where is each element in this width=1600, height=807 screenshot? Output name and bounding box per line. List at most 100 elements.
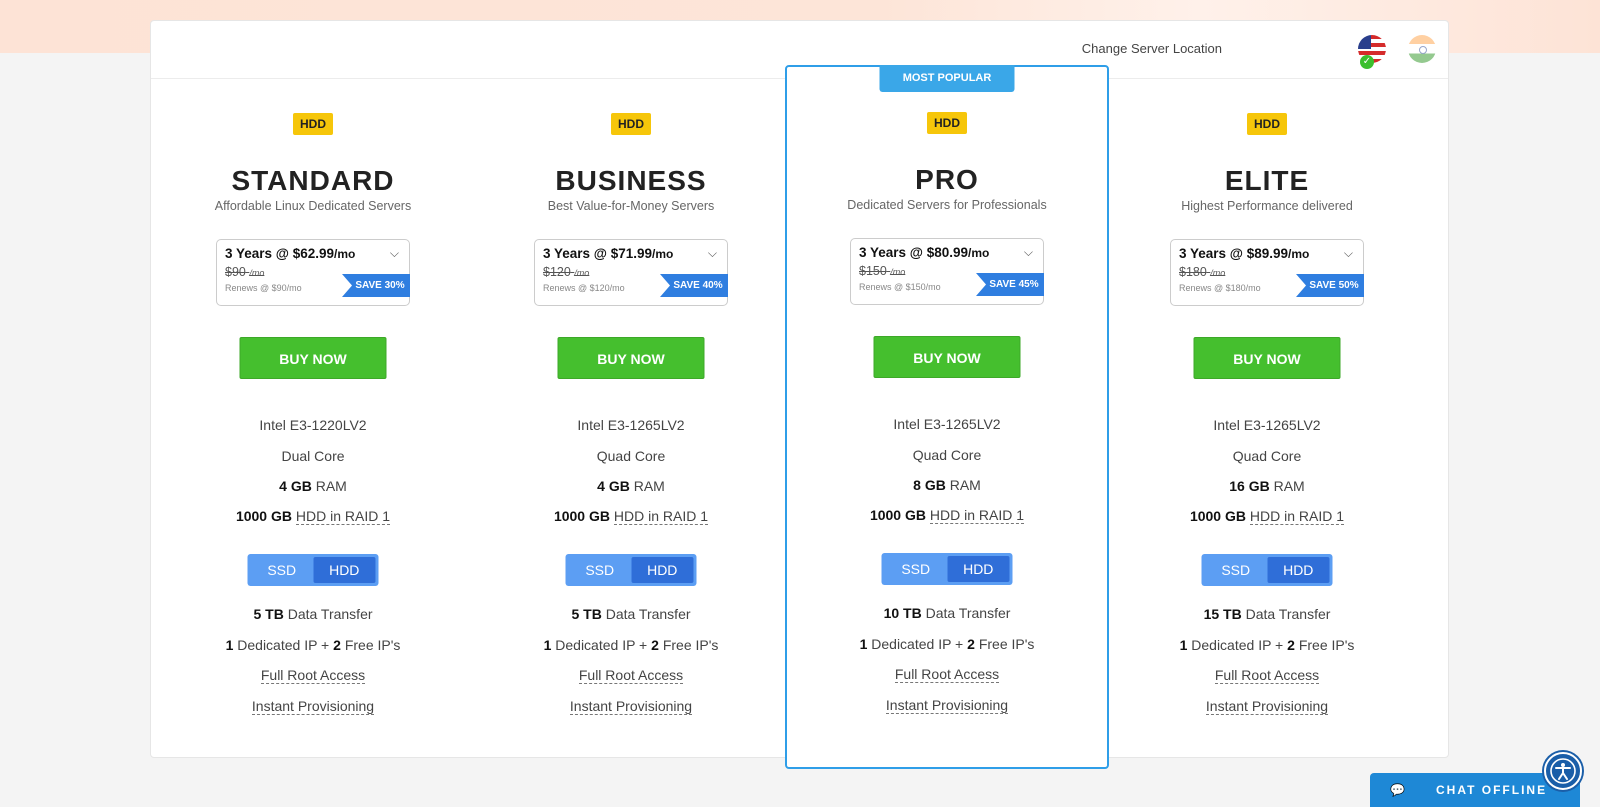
disk-tooltip-link[interactable]: HDD in RAID 1: [929, 507, 1025, 524]
chevron-down-icon: ⌵: [1343, 246, 1353, 260]
buy-now-button[interactable]: BUY NOW: [1193, 337, 1341, 379]
discount-ribbon: SAVE 40%: [660, 274, 728, 297]
term-price: 3 Years @ $71.99/mo: [543, 246, 674, 261]
buy-now-button[interactable]: BUY NOW: [239, 337, 387, 379]
plan-subtitle: Affordable Linux Dedicated Servers: [214, 199, 412, 213]
core-spec: Dual Core: [281, 448, 345, 464]
plan-card-elite: HDD ELITE Highest Performance delivered …: [1105, 21, 1429, 759]
chat-bubble-icon: 💬: [1390, 783, 1405, 797]
buy-now-button[interactable]: BUY NOW: [557, 337, 705, 379]
disk-tooltip-link[interactable]: HDD in RAID 1: [613, 508, 709, 525]
disk-type-badge: HDD: [927, 112, 967, 134]
core-spec: Quad Core: [1232, 448, 1302, 464]
billing-term-select[interactable]: 3 Years @ $62.99/mo ⌵ $90 /mo Renews @ $…: [216, 239, 410, 306]
plan-name: PRO: [915, 164, 979, 195]
root-access-link[interactable]: Full Root Access: [894, 666, 1000, 683]
provisioning-link[interactable]: Instant Provisioning: [569, 698, 693, 715]
disk-spec: 1000 GB HDD in RAID 1: [869, 507, 1025, 524]
disk-spec: 1000 GB HDD in RAID 1: [553, 508, 709, 525]
root-access-link[interactable]: Full Root Access: [260, 667, 366, 684]
chevron-down-icon: ⌵: [1023, 245, 1033, 259]
renewal-price: Renews @ $150/mo: [859, 282, 941, 292]
original-price: $150 /mo: [859, 264, 906, 278]
ram-spec: 4 GB RAM: [597, 478, 665, 494]
chevron-down-icon: ⌵: [389, 246, 399, 260]
cpu-spec: Intel E3-1265LV2: [893, 416, 1001, 432]
provisioning-feature: Instant Provisioning: [1105, 698, 1429, 715]
provisioning-feature: Instant Provisioning: [787, 697, 1107, 714]
original-price: $90 /mo: [225, 265, 265, 279]
term-price: 3 Years @ $89.99/mo: [1179, 246, 1310, 261]
plan-name: BUSINESS: [555, 165, 707, 196]
disk-spec: 1000 GB HDD in RAID 1: [1189, 508, 1345, 525]
cpu-spec: Intel E3-1265LV2: [577, 417, 685, 433]
provisioning-link[interactable]: Instant Provisioning: [251, 698, 375, 715]
original-price: $120 /mo: [543, 265, 590, 279]
term-price: 3 Years @ $80.99/mo: [859, 245, 990, 260]
plan-subtitle: Best Value-for-Money Servers: [547, 199, 715, 213]
renewal-price: Renews @ $180/mo: [1179, 283, 1261, 293]
root-access-link[interactable]: Full Root Access: [578, 667, 684, 684]
discount-ribbon: SAVE 30%: [342, 274, 410, 297]
root-access-feature: Full Root Access: [469, 667, 793, 684]
renewal-price: Renews @ $120/mo: [543, 283, 625, 293]
transfer-spec: 5 TB Data Transfer: [571, 606, 691, 622]
ssd-option[interactable]: SSD: [1205, 557, 1268, 583]
term-price: 3 Years @ $62.99/mo: [225, 246, 356, 261]
disk-type-toggle[interactable]: SSD HDD: [565, 554, 697, 586]
root-access-feature: Full Root Access: [151, 667, 475, 684]
chat-status-label: CHAT OFFLINE: [1436, 783, 1548, 797]
hdd-option[interactable]: HDD: [313, 557, 376, 583]
core-spec: Quad Core: [596, 448, 666, 464]
ssd-option[interactable]: SSD: [569, 557, 632, 583]
hdd-option[interactable]: HDD: [947, 556, 1010, 582]
transfer-spec: 15 TB Data Transfer: [1203, 606, 1331, 622]
plan-card-business: HDD BUSINESS Best Value-for-Money Server…: [469, 21, 793, 759]
ip-spec: 1 Dedicated IP + 2 Free IP's: [859, 636, 1035, 652]
hdd-option[interactable]: HDD: [1267, 557, 1330, 583]
provisioning-link[interactable]: Instant Provisioning: [1205, 698, 1329, 715]
core-spec: Quad Core: [912, 447, 982, 463]
pricing-panel: Change Server Location ✓ HDD STANDARD Af…: [150, 20, 1449, 769]
cpu-spec: Intel E3-1265LV2: [1213, 417, 1321, 433]
plan-subtitle: Highest Performance delivered: [1181, 199, 1353, 213]
disk-tooltip-link[interactable]: HDD in RAID 1: [1249, 508, 1345, 525]
disk-type-toggle[interactable]: SSD HDD: [1201, 554, 1333, 586]
disk-type-badge: HDD: [293, 113, 333, 135]
buy-now-button[interactable]: BUY NOW: [873, 336, 1021, 378]
transfer-spec: 5 TB Data Transfer: [253, 606, 373, 622]
ram-spec: 4 GB RAM: [279, 478, 347, 494]
most-popular-tag: MOST POPULAR: [879, 65, 1015, 92]
ram-spec: 16 GB RAM: [1229, 478, 1305, 494]
disk-type-badge: HDD: [611, 113, 651, 135]
billing-term-select[interactable]: 3 Years @ $89.99/mo ⌵ $180 /mo Renews @ …: [1170, 239, 1364, 306]
ssd-option[interactable]: SSD: [251, 557, 314, 583]
chevron-down-icon: ⌵: [707, 246, 717, 260]
renewal-price: Renews @ $90/mo: [225, 283, 302, 293]
billing-term-select[interactable]: 3 Years @ $71.99/mo ⌵ $120 /mo Renews @ …: [534, 239, 728, 306]
ip-spec: 1 Dedicated IP + 2 Free IP's: [225, 637, 401, 653]
accessibility-icon[interactable]: [1544, 752, 1582, 790]
plan-name: ELITE: [1224, 165, 1310, 196]
original-price: $180 /mo: [1179, 265, 1226, 279]
ssd-option[interactable]: SSD: [885, 556, 948, 582]
ram-spec: 8 GB RAM: [913, 477, 981, 493]
hdd-option[interactable]: HDD: [631, 557, 694, 583]
disk-type-toggle[interactable]: SSD HDD: [881, 553, 1013, 585]
plan-card-standard: HDD STANDARD Affordable Linux Dedicated …: [151, 21, 475, 759]
plan-card-pro: MOST POPULAR HDD PRO Dedicated Servers f…: [785, 65, 1109, 769]
provisioning-link[interactable]: Instant Provisioning: [885, 697, 1009, 714]
root-access-feature: Full Root Access: [787, 666, 1107, 683]
transfer-spec: 10 TB Data Transfer: [883, 605, 1011, 621]
provisioning-feature: Instant Provisioning: [151, 698, 475, 715]
discount-ribbon: SAVE 45%: [976, 273, 1044, 296]
billing-term-select[interactable]: 3 Years @ $80.99/mo ⌵ $150 /mo Renews @ …: [850, 238, 1044, 305]
ip-spec: 1 Dedicated IP + 2 Free IP's: [543, 637, 719, 653]
disk-tooltip-link[interactable]: HDD in RAID 1: [295, 508, 391, 525]
discount-ribbon: SAVE 50%: [1296, 274, 1364, 297]
plan-subtitle: Dedicated Servers for Professionals: [847, 198, 1047, 212]
root-access-link[interactable]: Full Root Access: [1214, 667, 1320, 684]
disk-type-toggle[interactable]: SSD HDD: [247, 554, 379, 586]
provisioning-feature: Instant Provisioning: [469, 698, 793, 715]
ip-spec: 1 Dedicated IP + 2 Free IP's: [1179, 637, 1355, 653]
